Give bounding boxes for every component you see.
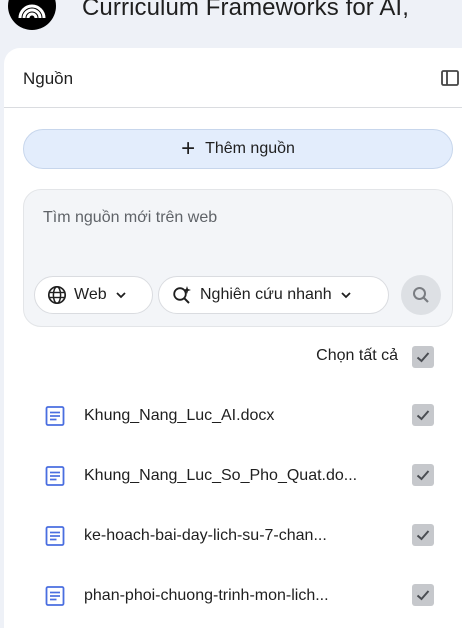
web-source-search: Tìm nguồn mới trên web Web Nghiên cứu nh… (23, 189, 453, 327)
chevron-down-icon (341, 292, 351, 299)
panel-title: Nguồn (23, 69, 74, 88)
top-bar: Curriculum Frameworks for AI, (0, 0, 462, 46)
check-icon (416, 530, 430, 541)
sources-panel-header: Nguồn (4, 48, 462, 108)
source-item[interactable]: ke-hoach-bai-day-lich-su-7-chan... (4, 516, 462, 556)
source-checkbox[interactable] (412, 584, 434, 606)
plus-icon: + (181, 135, 196, 162)
chevron-down-icon (115, 292, 126, 299)
search-sparkle-icon (173, 286, 191, 304)
search-input[interactable]: Tìm nguồn mới trên web (43, 209, 217, 227)
source-type-dropdown[interactable]: Web (34, 276, 153, 314)
document-icon (45, 406, 65, 426)
notebook-title[interactable]: Curriculum Frameworks for AI, (82, 0, 409, 22)
source-item[interactable]: Khung_Nang_Luc_AI.docx (4, 396, 462, 436)
search-submit-button[interactable] (401, 275, 441, 315)
check-icon (416, 410, 430, 421)
document-icon (45, 586, 65, 606)
select-all-checkbox[interactable] (412, 346, 434, 368)
source-name: Khung_Nang_Luc_AI.docx (84, 407, 275, 424)
sources-panel: Nguồn + Thêm nguồn Tìm nguồn mới trên we… (4, 48, 462, 628)
source-checkbox[interactable] (412, 524, 434, 546)
add-source-button[interactable]: + Thêm nguồn (23, 129, 453, 169)
add-source-label: Thêm nguồn (205, 140, 295, 157)
source-name: phan-phoi-chuong-trinh-mon-lich... (84, 587, 329, 604)
source-checkbox[interactable] (412, 404, 434, 426)
select-all-row: Chọn tất cả (304, 346, 444, 368)
notebook-logo-icon[interactable] (8, 0, 56, 30)
source-checkbox[interactable] (412, 464, 434, 486)
source-type-label: Web (74, 286, 107, 303)
check-icon (416, 352, 430, 363)
research-mode-label: Nghiên cứu nhanh (200, 286, 332, 303)
select-all-label: Chọn tất cả (316, 347, 398, 364)
document-icon (45, 526, 65, 546)
globe-icon (47, 285, 67, 305)
research-mode-dropdown[interactable]: Nghiên cứu nhanh (158, 276, 389, 314)
source-item[interactable]: Khung_Nang_Luc_So_Pho_Quat.do... (4, 456, 462, 496)
panel-toggle-icon[interactable] (440, 68, 460, 88)
check-icon (416, 470, 430, 481)
document-icon (45, 466, 65, 486)
source-name: Khung_Nang_Luc_So_Pho_Quat.do... (84, 467, 358, 484)
search-icon (413, 287, 429, 303)
source-name: ke-hoach-bai-day-lich-su-7-chan... (84, 527, 327, 544)
source-item[interactable]: phan-phoi-chuong-trinh-mon-lich... (4, 576, 462, 616)
check-icon (416, 590, 430, 601)
